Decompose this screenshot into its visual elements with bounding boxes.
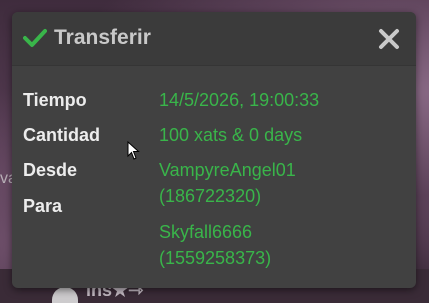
dialog-title: Transferir <box>54 26 151 49</box>
dialog-titlebar[interactable]: Transferir <box>12 12 416 66</box>
label-tiempo: Tiempo <box>23 90 87 110</box>
transfer-dialog: Transferir Tiempo 14/5/2026, 19:00:33 Ca… <box>12 12 416 288</box>
close-icon[interactable] <box>378 28 400 50</box>
value-desde-id: (186722320) <box>159 186 262 206</box>
mouse-cursor-icon <box>127 141 140 160</box>
value-tiempo: 14/5/2026, 19:00:33 <box>159 90 320 110</box>
label-para: Para <box>23 196 63 216</box>
value-para-name: Skyfall6666 <box>159 222 253 242</box>
value-cantidad: 100 xats & 0 days <box>159 125 303 145</box>
value-para-id: (1559258373) <box>159 248 272 268</box>
background-avatar <box>52 287 78 303</box>
label-desde: Desde <box>23 160 78 180</box>
value-desde-name: VampyreAngel01 <box>159 160 296 180</box>
check-icon <box>23 29 47 47</box>
label-cantidad: Cantidad <box>23 125 101 145</box>
